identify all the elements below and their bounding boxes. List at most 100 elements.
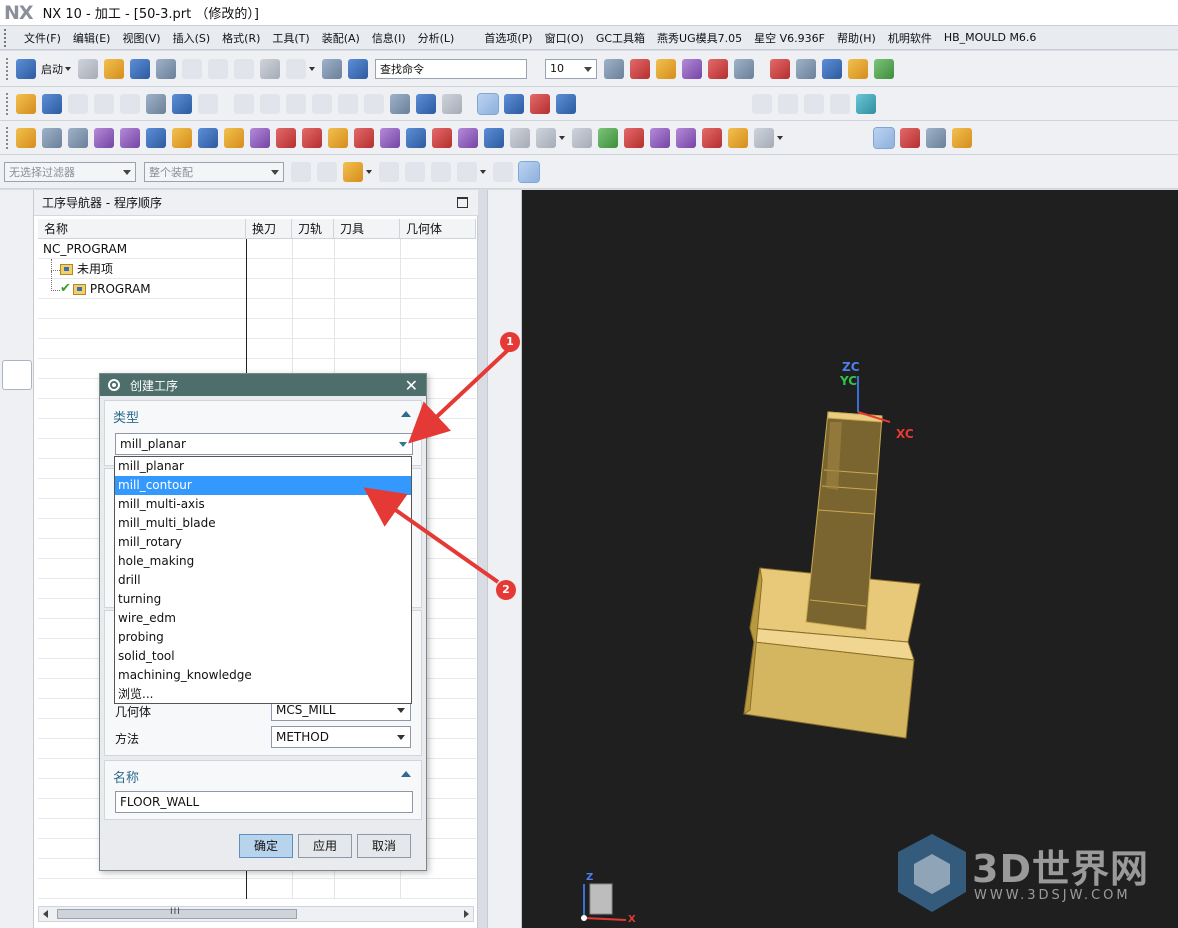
mill-planar-op-icon[interactable] [494, 198, 516, 220]
undo-icon[interactable] [286, 58, 306, 79]
scroll-left-icon[interactable] [43, 910, 48, 918]
wcs-icon[interactable] [630, 58, 650, 79]
column-geometry[interactable]: 几何体 [400, 219, 476, 239]
menu-assembly[interactable]: 装配(A) [316, 30, 366, 46]
create-operation-icon[interactable] [120, 93, 140, 114]
pattern-icon[interactable] [702, 127, 722, 148]
constraint-navigator-icon[interactable] [6, 282, 28, 304]
pencil-op-icon[interactable] [494, 636, 516, 658]
generate-toolpath-icon[interactable] [234, 93, 254, 114]
menu-help[interactable]: 帮助(H) [831, 30, 882, 46]
tool-path-icon[interactable] [172, 93, 192, 114]
copy-icon[interactable] [208, 58, 228, 79]
layer-list-icon[interactable] [68, 127, 88, 148]
layer-settings-icon[interactable] [604, 58, 624, 79]
list-toolpath-icon[interactable] [286, 93, 306, 114]
pad-icon[interactable] [198, 127, 218, 148]
menu-analysis[interactable]: 分析(L) [412, 30, 461, 46]
start-dropdown-icon[interactable] [65, 66, 71, 71]
feed-rate-icon[interactable] [442, 93, 462, 114]
snap-grid-icon[interactable] [624, 127, 644, 148]
show-hide-icon[interactable] [682, 58, 702, 79]
box-icon[interactable] [406, 127, 426, 148]
groove-op-icon[interactable] [494, 512, 516, 534]
snap-point-icon[interactable] [708, 58, 728, 79]
graphics-viewport[interactable]: ZC YC XC Z X [522, 190, 1178, 928]
web-browser-icon[interactable] [6, 602, 28, 624]
document-op-icon[interactable] [494, 698, 516, 720]
arrow-left-icon[interactable] [94, 127, 114, 148]
boolean-icon[interactable] [380, 127, 400, 148]
general-selection-icon[interactable] [291, 161, 311, 182]
menu-edit[interactable]: 编辑(E) [67, 30, 117, 46]
tool-library-icon[interactable] [873, 126, 895, 149]
machining-method-view-icon[interactable] [556, 93, 576, 114]
slope-op-icon[interactable] [494, 728, 516, 750]
column-toolpath[interactable]: 刀轨 [292, 219, 334, 239]
simulate-icon[interactable] [312, 93, 332, 114]
polygon-icon[interactable] [572, 127, 592, 148]
planar-profile-op-icon[interactable] [494, 358, 516, 380]
machine-op-icon[interactable] [494, 884, 516, 906]
arrow-right-icon[interactable] [120, 127, 140, 148]
type-option-mill-contour[interactable]: mill_contour [115, 476, 411, 495]
point-icon[interactable] [172, 127, 192, 148]
close-icon[interactable]: ✕ [405, 376, 418, 395]
type-option-machining-knowledge[interactable]: machining_knowledge [115, 666, 411, 685]
start-button-label[interactable]: 启动 [41, 61, 63, 77]
manufacturing-wizard-icon[interactable] [6, 782, 28, 804]
start-icon[interactable] [16, 58, 36, 79]
render-style-icon[interactable] [796, 58, 816, 79]
type-option-turning[interactable]: turning [115, 590, 411, 609]
gauge-op-icon[interactable] [494, 852, 516, 874]
revolve-icon[interactable] [276, 127, 296, 148]
circle-icon[interactable] [754, 127, 774, 148]
abs-csys-icon[interactable] [16, 127, 36, 148]
printer-op-icon[interactable] [494, 792, 516, 814]
create-method-icon[interactable] [94, 93, 114, 114]
method-select[interactable]: METHOD [271, 726, 411, 748]
output-cls-icon[interactable] [390, 93, 410, 114]
menu-format[interactable]: 格式(R) [216, 30, 266, 46]
chevron-down-icon[interactable] [397, 735, 405, 740]
polygon-select-icon[interactable] [431, 161, 451, 182]
machine-tool-view-icon[interactable] [504, 93, 524, 114]
cam-op-c-icon[interactable] [804, 93, 824, 114]
rect-select-dropdown-icon[interactable] [480, 169, 486, 174]
subtract-icon[interactable] [458, 127, 478, 148]
scroll-thumb[interactable]: III [57, 907, 297, 919]
edit-object-icon[interactable] [146, 93, 166, 114]
column-name[interactable]: 名称 [38, 219, 246, 239]
clock-op-icon[interactable] [494, 914, 516, 928]
sheet-op-icon[interactable] [494, 668, 516, 690]
horizontal-scrollbar[interactable]: III [38, 906, 474, 922]
circle-dropdown-icon[interactable] [777, 135, 783, 140]
type-option-probing[interactable]: probing [115, 628, 411, 647]
system-scenes-icon[interactable] [6, 866, 28, 888]
cone-icon[interactable] [728, 127, 748, 148]
type-option-solid-tool[interactable]: solid_tool [115, 647, 411, 666]
text-op-icon[interactable] [494, 604, 516, 626]
roles-icon[interactable] [6, 824, 28, 846]
probe-op-icon[interactable] [494, 760, 516, 782]
move-icon[interactable] [510, 127, 530, 148]
type-option-drill[interactable]: drill [115, 571, 411, 590]
maximize-icon[interactable] [457, 197, 468, 208]
collapse-name-icon[interactable] [401, 771, 411, 777]
column-tool-change[interactable]: 换刀 [246, 219, 292, 239]
system-materials-icon[interactable] [6, 698, 28, 720]
rectangle-icon[interactable] [536, 127, 556, 148]
menu-hb-mould[interactable]: HB_MOULD M6.6 [938, 31, 1043, 44]
postprocess-icon[interactable] [338, 93, 358, 114]
program-order-view-icon[interactable] [477, 92, 499, 115]
type-option-hole-making[interactable]: hole_making [115, 552, 411, 571]
menu-file[interactable]: 文件(F) [18, 30, 67, 46]
scroll-right-icon[interactable] [464, 910, 469, 918]
grid-icon[interactable] [856, 93, 876, 114]
thicken-icon[interactable] [328, 127, 348, 148]
curve-rule-icon[interactable] [379, 161, 399, 182]
print-icon[interactable] [156, 58, 176, 79]
operation-navigator-icon[interactable] [2, 360, 32, 390]
create-tool-icon[interactable] [42, 93, 62, 114]
menu-yanxiu-mold[interactable]: 燕秀UG模具7.05 [651, 30, 748, 46]
